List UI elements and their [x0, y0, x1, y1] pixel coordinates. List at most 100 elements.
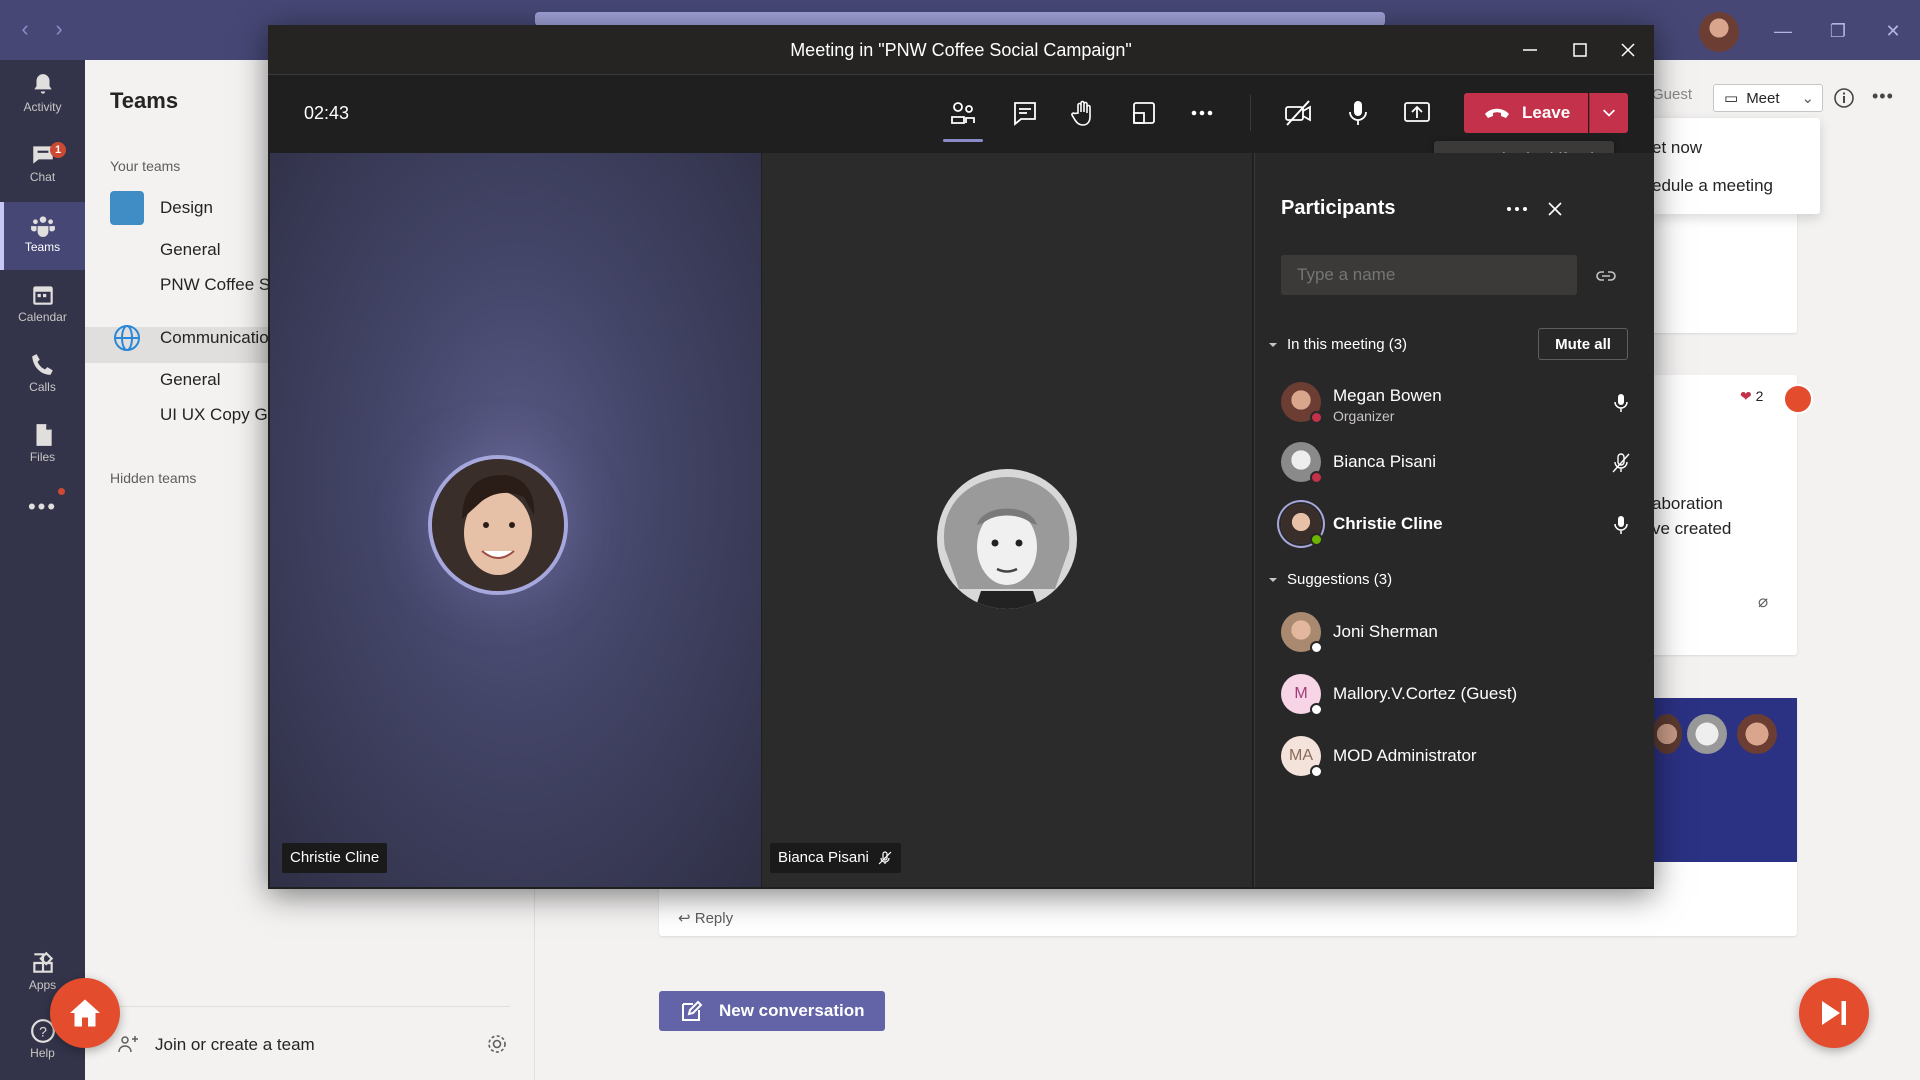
new-conversation-label: New conversation	[719, 1001, 865, 1020]
chat-badge: 1	[50, 142, 66, 158]
user-avatar[interactable]	[1699, 12, 1739, 52]
skip-fab[interactable]	[1799, 978, 1869, 1048]
participant-row[interactable]: Megan Bowen Organizer	[1281, 378, 1631, 428]
rail-label: Help	[30, 1046, 55, 1060]
rail-teams[interactable]: Teams	[0, 202, 85, 270]
info-icon[interactable]	[1832, 86, 1856, 110]
participant-row[interactable]: Bianca Pisani	[1281, 438, 1631, 488]
meet-button[interactable]: ▭ Meet ⌄	[1713, 84, 1823, 112]
status-available-icon	[1310, 533, 1323, 546]
home-fab[interactable]	[50, 978, 120, 1048]
reply-link[interactable]: ↩ Reply	[678, 909, 733, 927]
compose-icon	[682, 1000, 703, 1021]
gear-icon[interactable]	[485, 1032, 509, 1056]
portrait-image	[432, 459, 564, 591]
channel-ui-ux-copy[interactable]: UI UX Copy G	[160, 405, 268, 425]
breakout-rooms-icon[interactable]	[1128, 97, 1160, 129]
team-design[interactable]: Design	[110, 190, 213, 226]
team-communication[interactable]: Communicatio	[110, 320, 269, 356]
camera-off-icon[interactable]	[1282, 97, 1314, 129]
share-screen-icon[interactable]	[1401, 97, 1433, 129]
rail-calendar[interactable]: Calendar	[0, 272, 85, 340]
close-icon[interactable]	[1545, 199, 1565, 219]
participant-row[interactable]: Christie Cline	[1281, 500, 1631, 550]
toolbar-divider	[1250, 95, 1251, 131]
chevron-down-icon[interactable]	[1589, 93, 1628, 133]
minimize-icon[interactable]	[1517, 37, 1543, 63]
suggestion-row[interactable]: M Mallory.V.Cortez (Guest)	[1281, 670, 1631, 720]
mute-all-button[interactable]: Mute all	[1538, 328, 1628, 360]
video-tile-bianca[interactable]: Bianca Pisani	[762, 153, 1252, 887]
mic-off-icon	[878, 851, 892, 865]
reply-label: Reply	[694, 910, 734, 927]
microphone-icon[interactable]	[1342, 97, 1374, 129]
rail-calls[interactable]: Calls	[0, 342, 85, 410]
avatar	[937, 469, 1077, 609]
phone-icon	[31, 354, 53, 375]
meeting-title-bar: Meeting in "PNW Coffee Social Campaign"	[268, 25, 1654, 75]
chat-icon[interactable]	[1009, 97, 1041, 129]
tile-name-label: Christie Cline	[282, 843, 388, 873]
svg-text:?: ?	[39, 1023, 47, 1039]
section-label: Suggestions (3)	[1287, 571, 1393, 588]
maximize-icon[interactable]	[1567, 37, 1593, 63]
rail-label: Files	[29, 450, 56, 464]
leave-button[interactable]: Leave	[1464, 93, 1588, 133]
hidden-teams-header[interactable]: Hidden teams	[110, 470, 196, 486]
close-icon[interactable]	[1615, 37, 1641, 63]
share-link-icon[interactable]	[1595, 265, 1617, 285]
close-icon[interactable]: ✕	[1878, 16, 1908, 46]
channel-general-2[interactable]: General	[160, 370, 220, 390]
status-offline-icon	[1310, 641, 1323, 654]
meeting-title: Meeting in "PNW Coffee Social Campaign"	[790, 40, 1132, 60]
meet-label: Meet	[1746, 89, 1780, 107]
team-tile	[110, 191, 144, 225]
status-offline-icon	[1310, 703, 1323, 716]
search-bar[interactable]	[535, 12, 1385, 26]
forward-arrow-icon[interactable]: ›	[48, 18, 70, 40]
minimize-icon[interactable]: —	[1768, 16, 1798, 46]
more-apps-button[interactable]: •••	[0, 492, 85, 532]
leave-label: Leave	[1522, 103, 1571, 122]
new-conversation-button[interactable]: New conversation	[659, 991, 885, 1031]
participant-name: Mallory.V.Cortez (Guest)	[1333, 684, 1518, 703]
rail-activity[interactable]: Activity	[0, 62, 85, 130]
participants-icon[interactable]	[947, 97, 979, 129]
suggestion-row[interactable]: Joni Sherman	[1281, 608, 1631, 658]
back-arrow-icon[interactable]: ‹	[14, 18, 36, 40]
avatar	[1687, 714, 1727, 754]
app-rail: Activity 1 Chat Teams Calendar Calls Fil…	[0, 60, 85, 1080]
channel-general[interactable]: General	[160, 240, 220, 260]
participant-search-input[interactable]	[1281, 255, 1577, 295]
mic-off-icon[interactable]	[1611, 452, 1631, 474]
active-tab-indicator	[943, 139, 983, 142]
more-options-icon[interactable]	[1503, 197, 1531, 221]
more-actions-icon[interactable]	[1186, 97, 1218, 129]
channel-pnw-coffee[interactable]: PNW Coffee S	[160, 275, 270, 295]
participant-name: Joni Sherman	[1333, 622, 1438, 641]
video-tile-christie[interactable]: Christie Cline	[270, 153, 761, 887]
rail-chat[interactable]: 1 Chat	[0, 132, 85, 200]
microphone-icon[interactable]	[1611, 514, 1631, 536]
rail-files[interactable]: Files	[0, 412, 85, 480]
team-name: Design	[160, 198, 213, 217]
restore-icon[interactable]: ❐	[1823, 16, 1853, 46]
rail-label: Chat	[29, 170, 56, 184]
chevron-down-icon: ⌄	[1801, 90, 1815, 107]
meet-now-item[interactable]: et now	[1652, 138, 1702, 158]
more-options-icon[interactable]: •••	[1872, 86, 1896, 110]
microphone-icon[interactable]	[1611, 392, 1631, 414]
in-meeting-section-toggle[interactable]: In this meeting (3)	[1267, 336, 1407, 353]
raise-hand-icon[interactable]	[1068, 97, 1100, 129]
your-teams-header: Your teams	[110, 158, 181, 174]
apps-icon	[32, 951, 53, 973]
suggestion-row[interactable]: MA MOD Administrator	[1281, 732, 1631, 782]
suggestions-section-toggle[interactable]: Suggestions (3)	[1267, 571, 1392, 588]
participant-name: Christie Cline	[1333, 514, 1443, 533]
attachment-icon[interactable]: ⌀	[1758, 592, 1768, 612]
schedule-meeting-item[interactable]: edule a meeting	[1652, 176, 1773, 196]
heart-reaction[interactable]: ❤ 2	[1740, 388, 1763, 405]
rail-label: Activity	[23, 100, 62, 114]
bell-icon	[33, 74, 52, 94]
join-create-team-link[interactable]: Join or create a team	[155, 1035, 315, 1055]
